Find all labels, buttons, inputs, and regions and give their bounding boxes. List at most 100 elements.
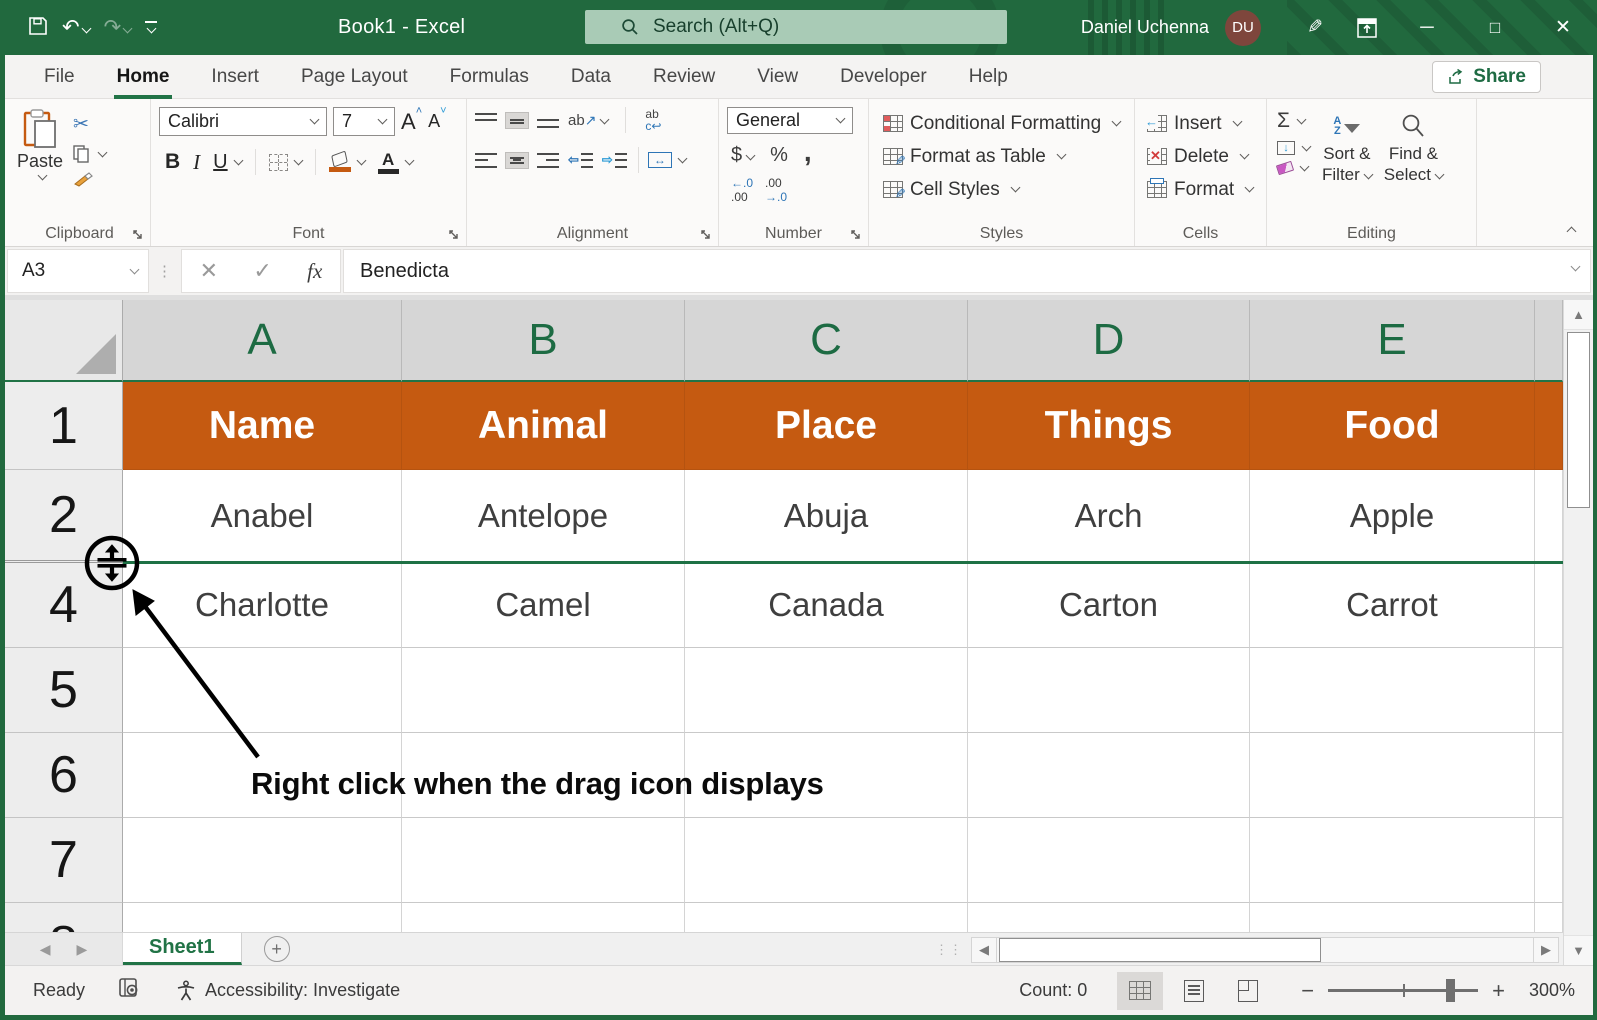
cell-D6[interactable] [968,733,1250,818]
decrease-indent-button[interactable]: ⇦ [568,152,593,168]
borders-button[interactable] [269,154,288,171]
column-header-partial[interactable] [1535,300,1563,382]
tab-help[interactable]: Help [948,55,1029,99]
formula-bar-resize-handle[interactable]: ⋮ [149,247,181,295]
tab-view[interactable]: View [736,55,819,99]
tab-page-layout[interactable]: Page Layout [280,55,429,99]
column-header-C[interactable]: C [685,300,968,382]
fill-color-button[interactable] [329,153,351,172]
cell-B4[interactable]: Camel [402,563,685,648]
cell-partial-2[interactable] [1535,470,1563,563]
normal-view-button[interactable] [1117,972,1163,1010]
cell-A4[interactable]: Charlotte [123,563,402,648]
autosum-button[interactable]: Σ [1277,109,1310,133]
name-box[interactable]: A3 [7,249,149,293]
cell-A5[interactable] [123,648,402,733]
cell-D5[interactable] [968,648,1250,733]
sheet-tab-sheet1[interactable]: Sheet1 [123,933,242,965]
cell-partial-1[interactable] [1535,382,1563,470]
share-button[interactable]: Share [1432,61,1541,93]
tab-file[interactable]: File [23,55,96,99]
cell-D4[interactable]: Carton [968,563,1250,648]
cell-B5[interactable] [402,648,685,733]
increase-font-size-button[interactable]: A˄ [401,109,422,135]
undo-button[interactable]: ↶ [62,17,90,39]
scroll-left-icon[interactable]: ◀ [971,937,997,963]
cell-E5[interactable] [1250,648,1535,733]
tab-home[interactable]: Home [96,55,191,99]
clipboard-dialog-launcher[interactable] [131,228,145,242]
row-header-8[interactable]: 8 [5,903,123,932]
cell-C7[interactable] [685,818,968,903]
search-input[interactable]: Search (Alt+Q) [585,10,1007,44]
cell-A8[interactable] [123,903,402,932]
paste-button[interactable]: Paste [17,107,63,222]
user-name[interactable]: Daniel Uchenna [1081,17,1209,38]
tab-developer[interactable]: Developer [819,55,948,99]
sheet-nav-right-icon[interactable]: ▶ [77,941,88,958]
decrease-font-size-button[interactable]: A˅ [428,111,446,132]
cell-D1[interactable]: Things [968,382,1250,470]
find-select-button[interactable]: Find & Select [1384,107,1443,222]
column-header-D[interactable]: D [968,300,1250,382]
cell-B1[interactable]: Animal [402,382,685,470]
wrap-text-button[interactable]: abc↩ [645,108,661,132]
close-button[interactable]: ✕ [1529,0,1597,55]
column-header-E[interactable]: E [1250,300,1535,382]
cell-A1[interactable]: Name [123,382,402,470]
redo-button[interactable]: ↷ [104,17,132,39]
cell-partial-5[interactable] [1535,648,1563,733]
cell-C4[interactable]: Canada [685,563,968,648]
cut-button[interactable]: ✂ [73,113,106,136]
customize-qat-icon[interactable] [145,21,157,34]
tab-review[interactable]: Review [632,55,736,99]
borders-dropdown-chevron[interactable] [293,155,303,165]
horizontal-scroll-thumb[interactable] [999,938,1321,962]
insert-function-icon[interactable]: fx [307,259,322,284]
horizontal-scrollbar[interactable]: ⋮⋮ ◀ ▶ [935,936,1559,963]
cell-D8[interactable] [968,903,1250,932]
cell-partial-4[interactable] [1535,563,1563,648]
zoom-slider[interactable] [1328,989,1478,992]
format-as-table-button[interactable]: Format as Table [883,140,1128,173]
clear-button[interactable] [1277,163,1310,173]
accessibility-status[interactable]: Accessibility: Investigate [175,980,400,1002]
cell-C8[interactable] [685,903,968,932]
cell-D7[interactable] [968,818,1250,903]
format-cells-button[interactable]: Format [1147,173,1260,206]
copy-button[interactable] [73,145,106,163]
cell-B8[interactable] [402,903,685,932]
new-sheet-button[interactable]: + [264,936,290,962]
number-dialog-launcher[interactable] [849,228,863,242]
row-header-7[interactable]: 7 [5,818,123,903]
zoom-out-button[interactable]: − [1301,978,1314,1004]
cell-E8[interactable] [1250,903,1535,932]
scroll-down-icon[interactable]: ▼ [1564,935,1593,965]
bold-button[interactable]: B [165,150,180,174]
cell-C1[interactable]: Place [685,382,968,470]
delete-cells-button[interactable]: Delete [1147,140,1260,173]
sheet-nav-left-icon[interactable]: ◀ [40,941,51,958]
percent-style-button[interactable]: % [770,144,788,167]
decrease-decimal-button[interactable]: .00→.0 [765,177,787,205]
sort-filter-button[interactable]: AZ Sort & Filter [1322,107,1372,222]
font-name-select[interactable]: Calibri [159,107,327,136]
cell-D2[interactable]: Arch [968,470,1250,563]
vertical-scroll-thumb[interactable] [1567,332,1590,508]
enter-icon[interactable]: ✓ [253,258,271,284]
italic-button[interactable]: I [193,150,200,175]
name-box-dropdown-chevron[interactable] [130,264,140,274]
fill-color-dropdown-chevron[interactable] [356,155,366,165]
cell-partial-7[interactable] [1535,818,1563,903]
ribbon-display-options-icon[interactable] [1341,0,1393,55]
alignment-dialog-launcher[interactable] [699,228,713,242]
cell-B7[interactable] [402,818,685,903]
orientation-button[interactable]: ab↗ [568,112,608,129]
page-layout-view-button[interactable] [1171,972,1217,1010]
align-top-button[interactable] [475,113,497,128]
underline-dropdown-chevron[interactable] [233,155,243,165]
merge-center-button[interactable]: ↔ [648,152,672,168]
row-header-2[interactable]: 2 [5,470,123,563]
conditional-formatting-button[interactable]: Conditional Formatting [883,107,1128,140]
cell-styles-button[interactable]: Cell Styles [883,173,1128,206]
